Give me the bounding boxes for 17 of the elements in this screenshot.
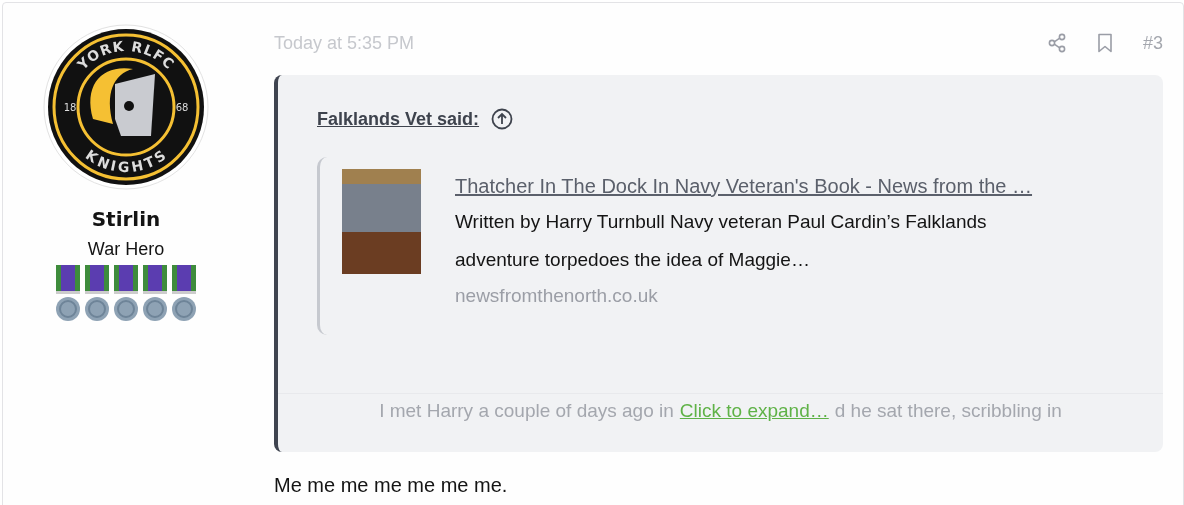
faded-text: d he sat there, scribbling in [834, 400, 1062, 422]
username-link[interactable]: Stirlin [91, 206, 161, 232]
quote-author-link[interactable]: Falklands Vet said: [317, 108, 480, 130]
medal-icon [171, 265, 197, 323]
user-title: War Hero [87, 238, 165, 260]
medal-icon [113, 265, 139, 323]
medal-icon [142, 265, 168, 323]
post-text: Me me me me me me me. [274, 474, 509, 497]
share-icon[interactable] [1046, 33, 1067, 53]
preview-description: Written by Harry Turnbull Navy veteran Paul Cardin’s Falklands adventure torpedoes the idea of Maggie… [455, 210, 988, 272]
link-preview-card[interactable]: Thatcher In The Dock In Navy Veteran's Book - News from the … Written by Harry Turnbull Navy veteran Paul Cardin’s Falklands adventure torpedoes the idea of Maggie… newsfromthenorth.co.uk [317, 157, 1133, 335]
faded-text: I met Harry a couple of days ago in [379, 400, 674, 422]
preview-domain: newsfromthenorth.co.uk [455, 284, 659, 308]
preview-title-link[interactable]: Thatcher In The Dock In Navy Veteran's Book - News from the … [455, 174, 1075, 198]
medal-icon [55, 265, 81, 323]
arrow-up-icon[interactable] [491, 108, 514, 130]
medal-icon [84, 265, 110, 323]
